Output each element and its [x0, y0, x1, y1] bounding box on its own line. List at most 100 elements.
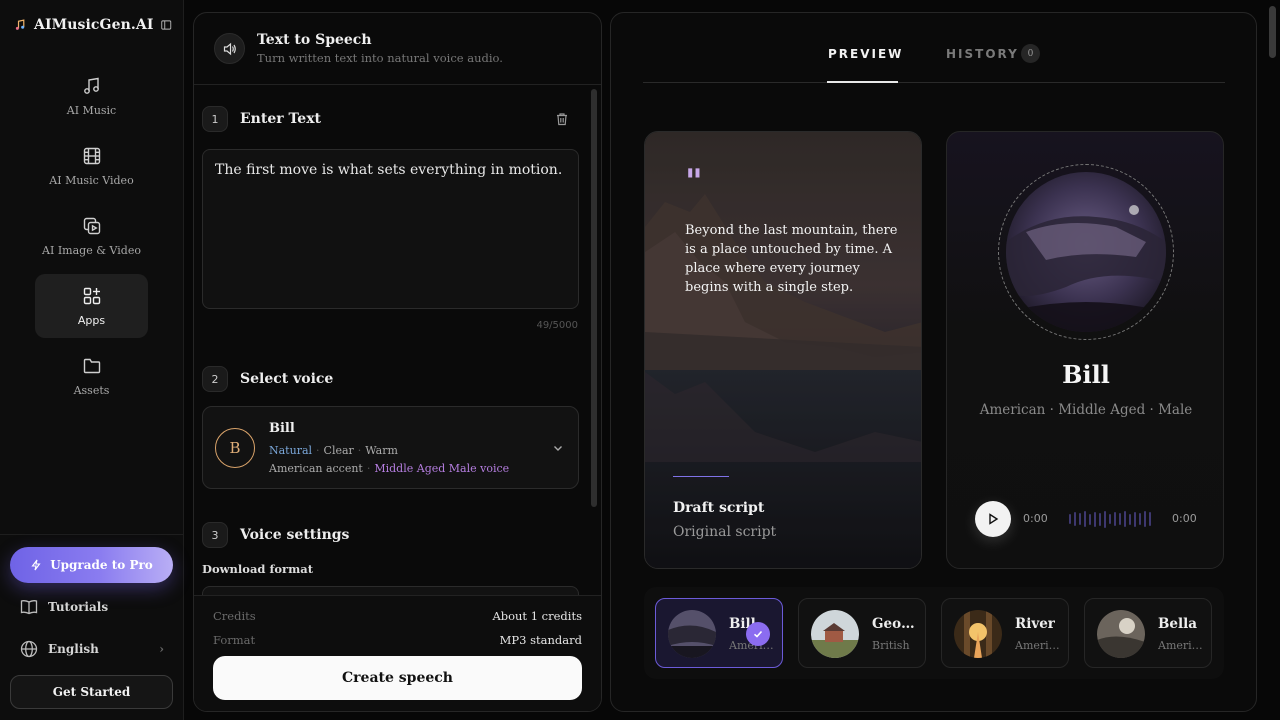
- voice-option-name: George: [872, 616, 920, 632]
- nav-item-ai-music[interactable]: AI Music: [35, 64, 148, 128]
- sidebar-collapse-icon[interactable]: [161, 18, 172, 32]
- form-footer: Credits About 1 credits Format MP3 stand…: [194, 595, 601, 711]
- voice-name: Bill: [269, 421, 295, 436]
- voice-option-bella[interactable]: Bella American: [1084, 598, 1212, 668]
- language-selector[interactable]: English ›: [20, 639, 164, 659]
- format-value: MP3 standard: [499, 633, 582, 647]
- voice-accent: American accent: [269, 462, 363, 475]
- nav-label: Assets: [73, 383, 110, 397]
- folder-icon: [83, 358, 100, 373]
- film-icon: [83, 147, 100, 164]
- divider: [673, 476, 729, 477]
- text-to-speech-form: Text to Speech Turn written text into na…: [193, 12, 602, 712]
- check-icon: [746, 622, 770, 646]
- credits-label: Credits: [213, 609, 256, 623]
- brand[interactable]: AIMusicGen.AI: [14, 17, 172, 33]
- time-current: 0:00: [1023, 512, 1048, 525]
- nav-item-assets[interactable]: Assets: [35, 344, 148, 408]
- format-label: Format: [213, 633, 256, 647]
- page-scrollbar[interactable]: [1269, 6, 1276, 58]
- tab-history[interactable]: HISTORY: [946, 47, 1019, 61]
- voice-option-accent: American: [1158, 639, 1206, 652]
- original-script-label: Original script: [673, 524, 777, 540]
- active-tab-indicator: [827, 81, 898, 83]
- language-label: English: [48, 642, 99, 656]
- section-select-voice: 2 Select voice: [202, 366, 333, 392]
- play-button[interactable]: [975, 501, 1011, 537]
- preview-tabs: PREVIEW HISTORY 0: [643, 41, 1225, 83]
- voice-tag: Natural: [269, 444, 313, 457]
- tool-header: Text to Speech Turn written text into na…: [194, 13, 601, 85]
- nav-item-ai-image-video[interactable]: AI Image & Video: [35, 204, 148, 268]
- nav-label: AI Image & Video: [42, 243, 141, 257]
- voice-thumbnail: [668, 610, 716, 658]
- book-icon: [20, 600, 38, 615]
- voice-description: American accent · Middle Aged Male voice: [269, 462, 510, 475]
- voice-option-name: River: [1015, 616, 1055, 632]
- voice-selector[interactable]: B Bill Natural · Clear · Warm American accen…: [202, 406, 579, 489]
- character-count: 49/5000: [536, 320, 578, 331]
- voice-tag: Warm: [365, 444, 398, 457]
- voice-preview-card: Bill American · Middle Aged · Male 0:00 …: [946, 131, 1224, 569]
- audio-waveform[interactable]: [1069, 510, 1151, 528]
- chevron-right-icon: ›: [159, 642, 164, 656]
- voice-option-accent: American: [1015, 639, 1063, 652]
- lightning-icon: [31, 559, 41, 571]
- nav-label: AI Music: [66, 103, 117, 117]
- upgrade-button[interactable]: Upgrade to Pro: [10, 547, 173, 583]
- voice-avatar: B: [215, 428, 255, 468]
- script-preview-card: " Beyond the last mountain, there is a p…: [644, 131, 922, 569]
- tool-title: Text to Speech: [257, 32, 372, 48]
- preview-voice-meta: American · Middle Aged · Male: [979, 402, 1193, 418]
- credits-value: About 1 credits: [492, 609, 582, 623]
- voice-option-river[interactable]: River American: [941, 598, 1069, 668]
- music-note-icon: [83, 77, 99, 94]
- sidebar: AIMusicGen.AI AI Music AI Music Video AI…: [0, 0, 184, 720]
- voice-cover-image: [1006, 172, 1166, 332]
- tool-subtitle: Turn written text into natural voice aud…: [257, 51, 503, 65]
- text-input[interactable]: The first move is what sets everything i…: [202, 149, 579, 309]
- image-video-icon: [83, 217, 100, 234]
- section-enter-text: 1 Enter Text: [202, 106, 321, 132]
- tutorials-link[interactable]: Tutorials: [20, 597, 164, 617]
- music-note-logo-icon: [15, 19, 25, 30]
- download-format-label: Download format: [202, 562, 314, 576]
- history-count-badge: 0: [1021, 44, 1040, 63]
- voice-option-bill[interactable]: Bill American: [655, 598, 783, 668]
- step-number: 1: [202, 106, 228, 132]
- section-title: Select voice: [240, 371, 334, 387]
- globe-icon: [20, 640, 38, 658]
- section-voice-settings: 3 Voice settings: [202, 522, 349, 548]
- trash-icon[interactable]: [555, 112, 569, 126]
- create-speech-button[interactable]: Create speech: [213, 656, 582, 700]
- voice-option-name: Bella: [1158, 616, 1198, 632]
- tab-preview[interactable]: PREVIEW: [828, 47, 903, 61]
- voice-thumbnail: [811, 610, 859, 658]
- section-title: Enter Text: [240, 111, 322, 127]
- nav-label: Apps: [77, 313, 106, 327]
- play-icon: [989, 513, 999, 525]
- voice-thumbnail: [1097, 610, 1145, 658]
- format-row: Format MP3 standard: [213, 633, 582, 647]
- preview-panel: PREVIEW HISTORY 0 " Beyond the last moun…: [610, 12, 1257, 712]
- draft-script-label: Draft script: [673, 500, 765, 516]
- speaker-icon: [214, 33, 245, 64]
- main-nav: AI Music AI Music Video AI Image & Video…: [35, 64, 148, 414]
- upgrade-label: Upgrade to Pro: [50, 558, 153, 572]
- voice-thumbnail: [954, 610, 1002, 658]
- nav-label: AI Music Video: [49, 173, 134, 187]
- preview-voice-name: Bill: [1062, 360, 1110, 389]
- form-scrollbar[interactable]: [591, 89, 597, 507]
- voice-tags: Natural · Clear · Warm: [269, 444, 398, 457]
- time-total: 0:00: [1172, 512, 1197, 525]
- nav-item-apps[interactable]: Apps: [35, 274, 148, 338]
- voice-tag: Clear: [323, 444, 354, 457]
- chevron-down-icon: [554, 446, 562, 451]
- voice-option-george[interactable]: George British: [798, 598, 926, 668]
- nav-item-ai-music-video[interactable]: AI Music Video: [35, 134, 148, 198]
- get-started-button[interactable]: Get Started: [10, 675, 173, 709]
- voice-list: Bill American George British River Ameri…: [644, 587, 1224, 679]
- voice-descriptor: Middle Aged Male voice: [374, 462, 510, 475]
- sidebar-bottom: Upgrade to Pro Tutorials English › Get S…: [0, 534, 184, 720]
- step-number: 2: [202, 366, 228, 392]
